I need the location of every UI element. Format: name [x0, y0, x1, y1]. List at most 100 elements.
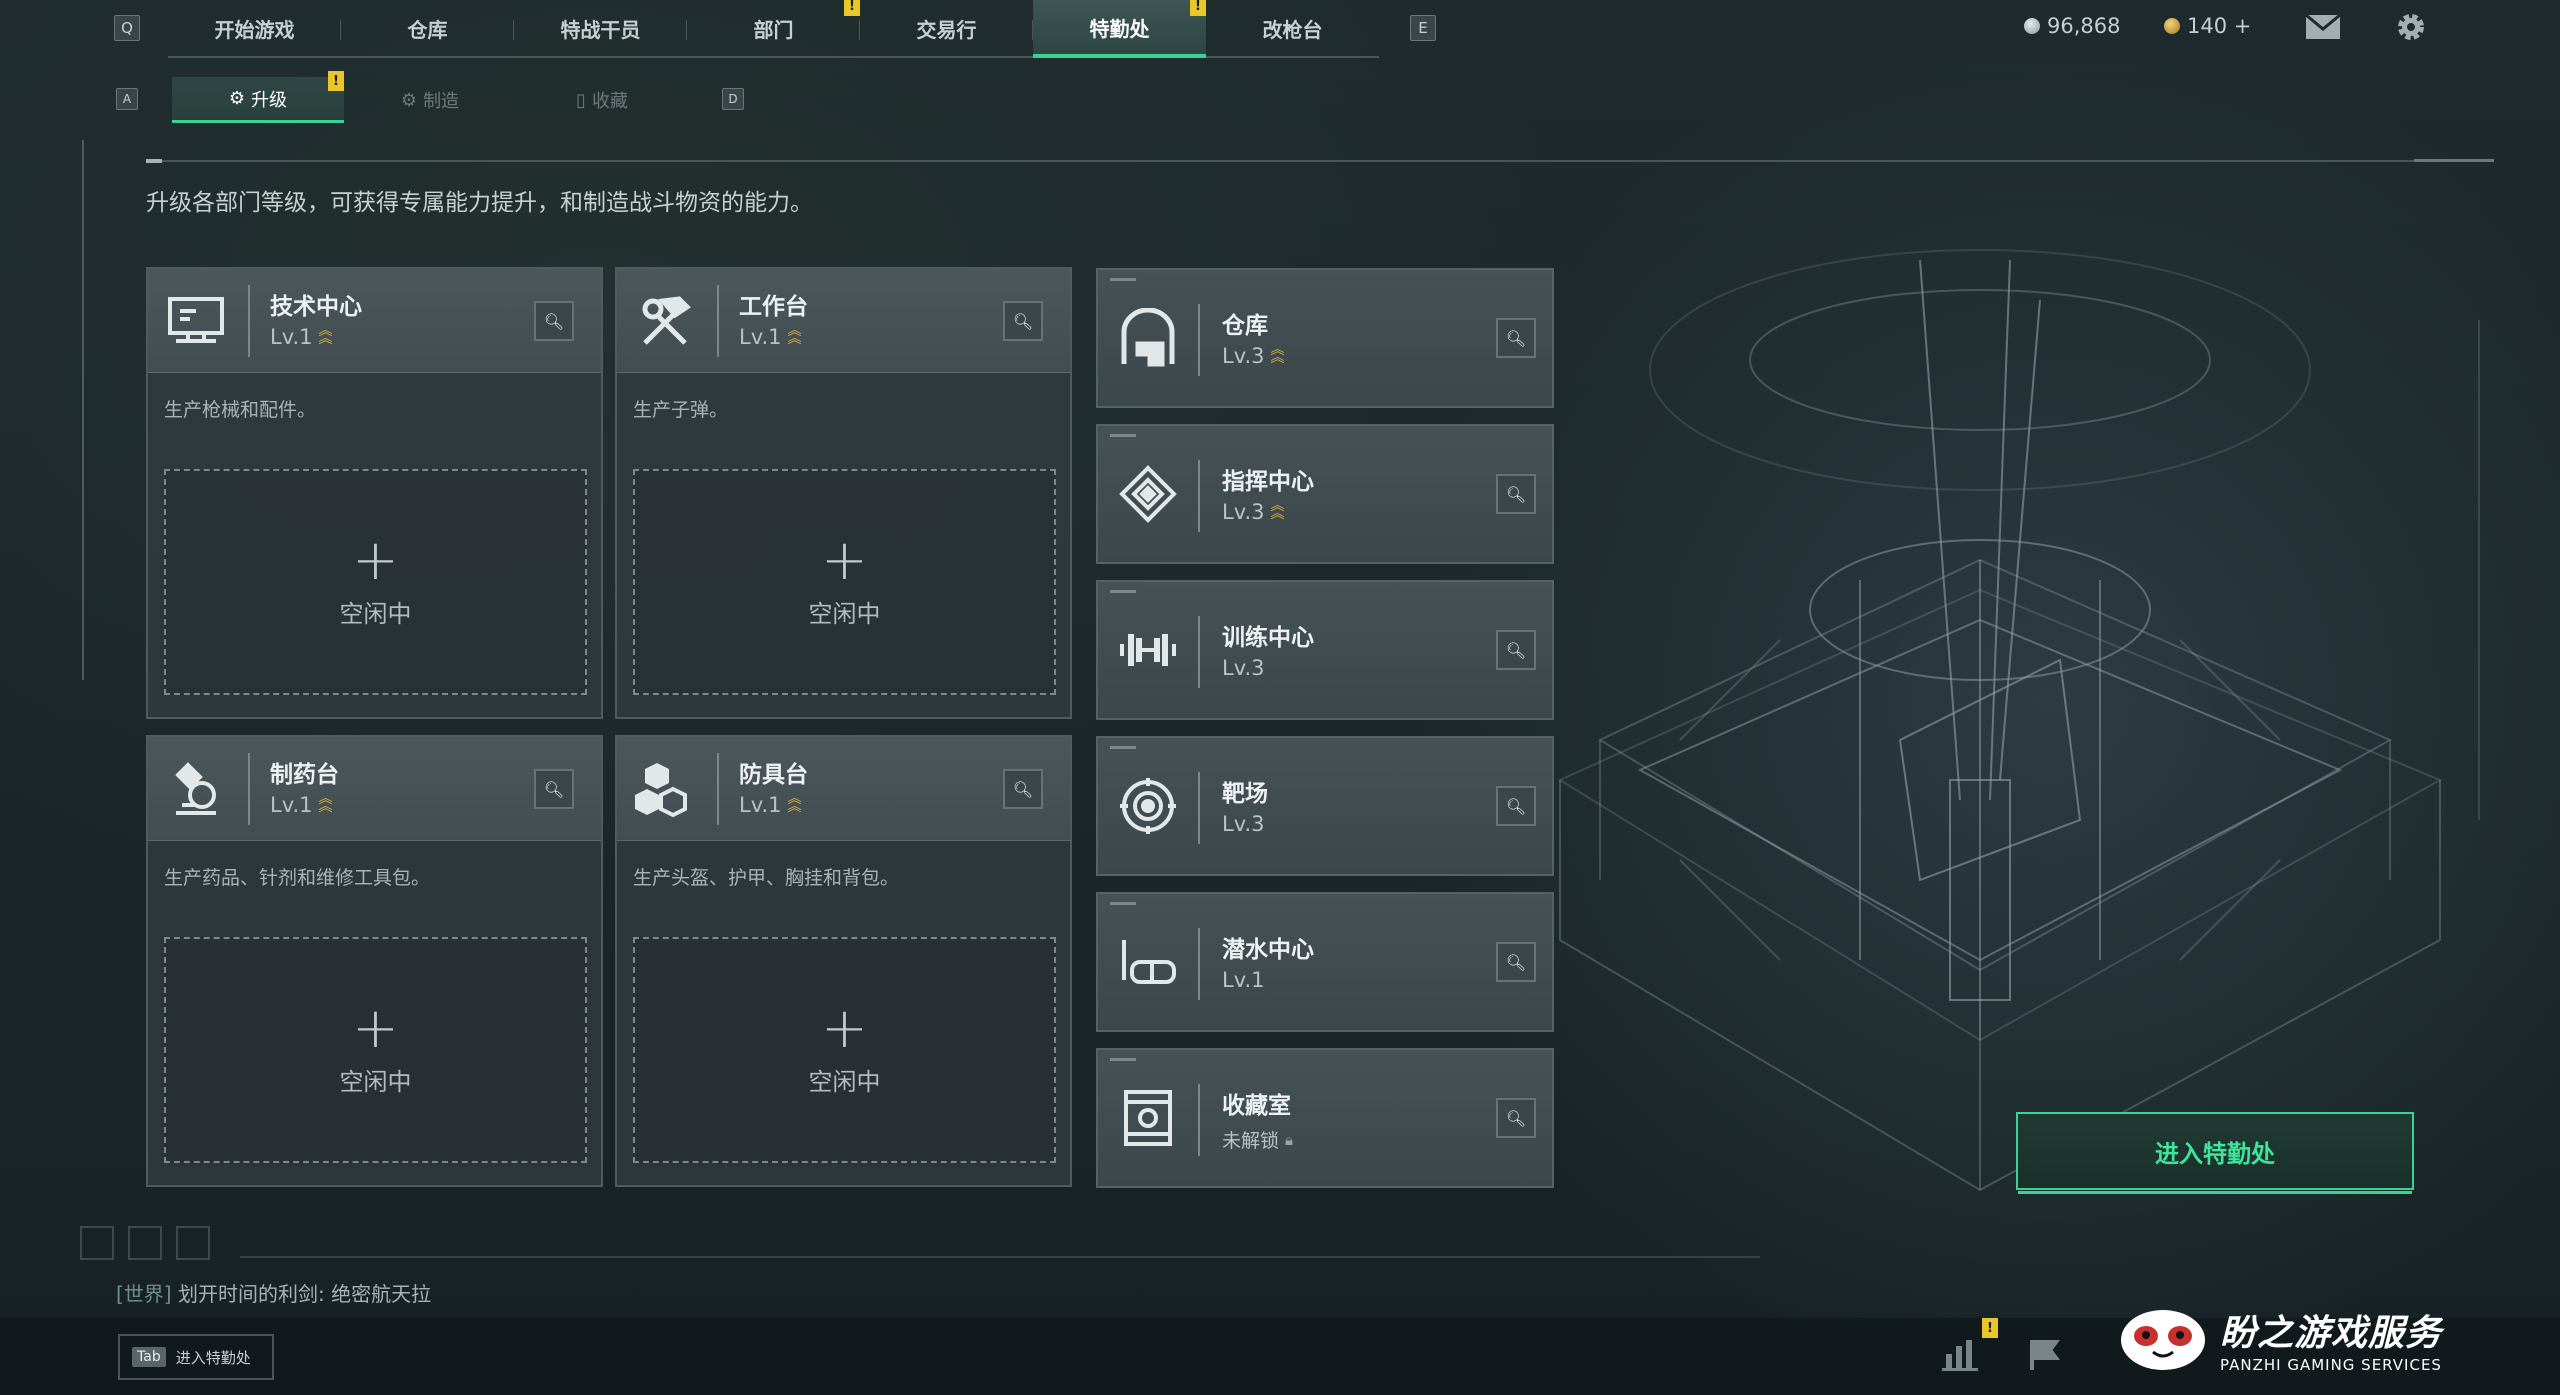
- upgrade-chevron-icon: ︽ ︽: [787, 791, 802, 815]
- card-description: 生产枪械和配件。: [164, 399, 317, 421]
- production-card-pharmacy[interactable]: 制药台 Lv.1 ︽ ︽ 🔍︎ 生产药品、针剂和维修工具包。 + 空闲中: [146, 735, 603, 1187]
- mail-icon[interactable]: [2304, 10, 2342, 44]
- production-slot[interactable]: + 空闲中: [164, 469, 587, 695]
- search-button[interactable]: 🔍︎: [534, 769, 574, 809]
- page-description: 升级各部门等级，可获得专属能力提升，和制造战斗物资的能力。: [146, 190, 813, 216]
- notification-badge: !: [1982, 1318, 1998, 1338]
- notification-badge: !: [844, 0, 860, 16]
- diving-mask-icon: [1118, 932, 1178, 996]
- card-title: 工作台: [739, 294, 808, 320]
- card-description: 生产子弹。: [633, 399, 729, 421]
- gold-coin-icon: [2164, 18, 2180, 34]
- microscope-icon: [166, 759, 226, 823]
- search-icon: 🔍︎: [1012, 779, 1034, 799]
- facility-card-warehouse[interactable]: 仓库 Lv.3 ︽ ︽ 🔍︎: [1096, 268, 1554, 408]
- facility-card-collection-room[interactable]: 收藏室 未解锁 🔒︎ 🔍︎: [1096, 1048, 1554, 1188]
- nav-key-right[interactable]: E: [1410, 15, 1436, 41]
- tab-operators[interactable]: 特战干员: [514, 0, 687, 58]
- search-button[interactable]: 🔍︎: [1496, 1098, 1536, 1138]
- facility-card-command-center[interactable]: 指挥中心 Lv.3 ︽ ︽ 🔍︎: [1096, 424, 1554, 564]
- card-description: 生产药品、针剂和维修工具包。: [164, 867, 431, 889]
- card-title: 训练中心: [1222, 625, 1314, 651]
- search-icon: 🔍︎: [1505, 796, 1527, 816]
- building-wireframe-art: [1540, 180, 2560, 1260]
- card-level: Lv.3 ︽ ︽: [1222, 498, 1285, 524]
- upgrade-icon: ⚙: [228, 88, 246, 109]
- card-level: Lv.1: [1222, 968, 1265, 992]
- tab-special-ops[interactable]: 特勤处 !: [1033, 0, 1206, 58]
- card-level: Lv.1 ︽ ︽: [270, 791, 333, 817]
- production-slot[interactable]: + 空闲中: [164, 937, 587, 1163]
- upgrade-chevron-icon: ︽ ︽: [1270, 498, 1285, 522]
- card-title: 潜水中心: [1222, 937, 1314, 963]
- search-button[interactable]: 🔍︎: [1496, 318, 1536, 358]
- upgrade-chevron-icon: ︽ ︽: [787, 323, 802, 347]
- tab-warehouse[interactable]: 仓库: [341, 0, 514, 58]
- search-button[interactable]: 🔍︎: [1003, 769, 1043, 809]
- dumbbell-icon: [1118, 620, 1178, 684]
- card-level: 未解锁 🔒︎: [1222, 1130, 1293, 1152]
- panda-icon: [2121, 1310, 2205, 1370]
- search-icon: 🔍︎: [1505, 484, 1527, 504]
- frame-line: [2478, 320, 2480, 820]
- card-title: 技术中心: [270, 294, 362, 320]
- production-card-tech-center[interactable]: 技术中心 Lv.1 ︽ ︽ 🔍︎ 生产枪械和配件。 + 空闲中: [146, 267, 603, 719]
- search-button[interactable]: 🔍︎: [1496, 630, 1536, 670]
- mini-slot: [128, 1226, 162, 1260]
- cubes-icon: [635, 759, 695, 823]
- card-title: 指挥中心: [1222, 469, 1314, 495]
- search-icon: 🔍︎: [1505, 640, 1527, 660]
- plus-icon: +: [821, 995, 868, 1061]
- search-button[interactable]: 🔍︎: [1003, 301, 1043, 341]
- facility-card-shooting-range[interactable]: 靶场 Lv.3 🔍︎: [1096, 736, 1554, 876]
- target-icon: [1118, 776, 1178, 840]
- tab-start-game[interactable]: 开始游戏: [168, 0, 341, 58]
- upgrade-chevron-icon: ︽ ︽: [1270, 342, 1285, 366]
- card-level: Lv.3 ︽ ︽: [1222, 342, 1285, 368]
- subnav-key-right[interactable]: D: [722, 88, 744, 110]
- search-button[interactable]: 🔍︎: [1496, 474, 1536, 514]
- mini-slot: [176, 1226, 210, 1260]
- currency-gold[interactable]: 140 +: [2164, 14, 2251, 38]
- card-level: Lv.1 ︽ ︽: [739, 323, 802, 349]
- warehouse-icon: [1118, 307, 1178, 372]
- chat-text: 划开时间的利剑: 绝密航天拉: [177, 1282, 432, 1306]
- nav-key-left[interactable]: Q: [114, 15, 140, 41]
- upgrade-chevron-icon: ︽ ︽: [318, 323, 333, 347]
- production-slot[interactable]: + 空闲中: [633, 469, 1056, 695]
- tab-key: Tab: [132, 1347, 166, 1367]
- production-card-armor[interactable]: 防具台 Lv.1 ︽ ︽ 🔍︎ 生产头盔、护甲、胸挂和背包。 + 空闲中: [615, 735, 1072, 1187]
- subtab-upgrade[interactable]: ⚙ 升级 !: [172, 71, 344, 123]
- search-button[interactable]: 🔍︎: [534, 301, 574, 341]
- enter-special-ops-button[interactable]: 进入特勤处: [2016, 1112, 2414, 1194]
- gear-icon[interactable]: [2392, 10, 2430, 44]
- subtab-craft[interactable]: ⚙ 制造: [344, 77, 516, 123]
- display-case-icon: [1118, 1088, 1178, 1152]
- card-level: Lv.3: [1222, 812, 1265, 836]
- tab-department[interactable]: 部门 !: [687, 0, 860, 58]
- upgrade-chevron-icon: ︽ ︽: [318, 791, 333, 815]
- flag-icon[interactable]: [2026, 1336, 2062, 1376]
- subnav-key-left[interactable]: A: [116, 88, 138, 110]
- search-icon: 🔍︎: [1505, 328, 1527, 348]
- card-title: 防具台: [739, 762, 808, 788]
- search-button[interactable]: 🔍︎: [1496, 942, 1536, 982]
- plus-icon: +: [352, 527, 399, 593]
- facility-card-diving-center[interactable]: 潜水中心 Lv.1 🔍︎: [1096, 892, 1554, 1032]
- production-card-workbench[interactable]: 工作台 Lv.1 ︽ ︽ 🔍︎ 生产子弹。 + 空闲中: [615, 267, 1072, 719]
- production-slot[interactable]: + 空闲中: [633, 937, 1056, 1163]
- currency-silver: 96,868: [2024, 14, 2120, 38]
- card-title: 仓库: [1222, 313, 1268, 339]
- card-title: 制药台: [270, 762, 339, 788]
- stats-chart-icon[interactable]: [1940, 1336, 1980, 1376]
- tab-trading[interactable]: 交易行: [860, 0, 1033, 58]
- tab-gunsmith[interactable]: 改枪台: [1206, 0, 1379, 58]
- search-icon: 🔍︎: [543, 311, 565, 331]
- subtab-collection[interactable]: ▯ 收藏: [516, 77, 688, 123]
- watermark-logo: 盼之游戏服务 PANZHI GAMING SERVICES: [2118, 1304, 2442, 1374]
- search-icon: 🔍︎: [1505, 952, 1527, 972]
- facility-card-training-center[interactable]: 训练中心 Lv.3 🔍︎: [1096, 580, 1554, 720]
- top-nav: 开始游戏 仓库 特战干员 部门 ! 交易行 特勤处 ! 改枪台: [168, 0, 1379, 58]
- search-button[interactable]: 🔍︎: [1496, 786, 1536, 826]
- tab-shortcut-hint[interactable]: Tab 进入特勤处: [118, 1334, 274, 1380]
